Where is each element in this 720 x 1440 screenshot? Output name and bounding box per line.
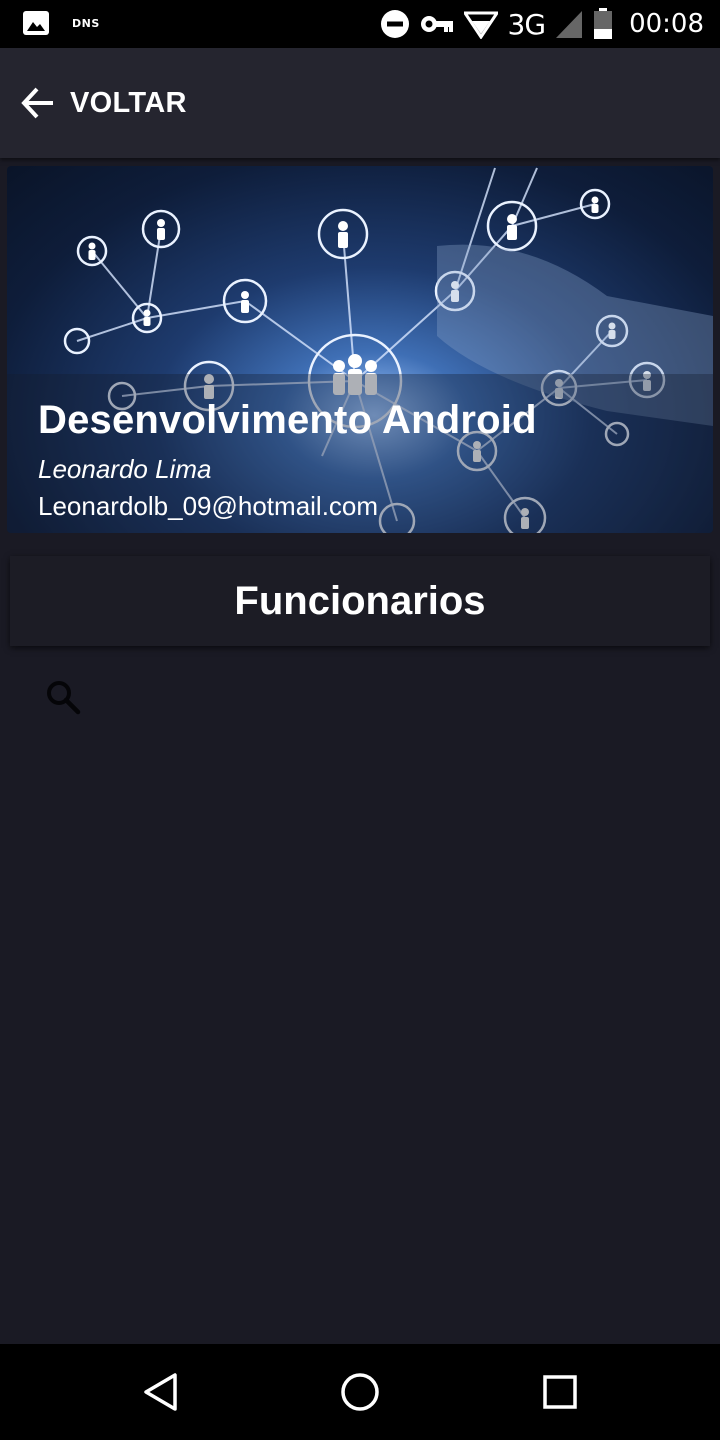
search-input[interactable]: [100, 674, 694, 726]
back-button[interactable]: VOLTAR: [20, 78, 187, 128]
signal-icon: [556, 11, 583, 38]
recents-square-icon[interactable]: [538, 1370, 582, 1414]
author-name: Leonardo Lima: [38, 454, 212, 484]
search-icon[interactable]: [44, 678, 84, 718]
clock: 00:08: [629, 9, 704, 39]
dns-indicator: DNS: [72, 16, 100, 30]
do-not-disturb-icon: [380, 10, 409, 38]
app-bar: VOLTAR: [0, 48, 720, 158]
author-email: Leonardolb_09@hotmail.com: [38, 491, 379, 521]
course-title: Desenvolvimento Android: [38, 398, 537, 442]
network-type: 3G: [507, 7, 547, 41]
course-banner: Desenvolvimento Android Leonardo Lima Le…: [7, 166, 713, 533]
status-bar: DNS 3G 00:08: [0, 0, 720, 48]
image-notification-icon: [23, 11, 49, 35]
back-button-label: VOLTAR: [70, 86, 187, 119]
vpn-key-icon: [420, 16, 453, 32]
status-bar-left: DNS: [22, 9, 100, 37]
wifi-icon: [463, 11, 498, 39]
navigation-bar: [0, 1344, 720, 1440]
back-triangle-icon[interactable]: [138, 1370, 182, 1414]
status-bar-right: 3G 00:08: [380, 6, 704, 42]
search-bar: [10, 660, 710, 740]
home-circle-icon[interactable]: [338, 1370, 382, 1414]
section-header-card: Funcionarios: [10, 556, 710, 646]
arrow-left-icon: [21, 87, 53, 119]
battery-icon: [594, 8, 613, 39]
section-title: Funcionarios: [234, 578, 486, 623]
